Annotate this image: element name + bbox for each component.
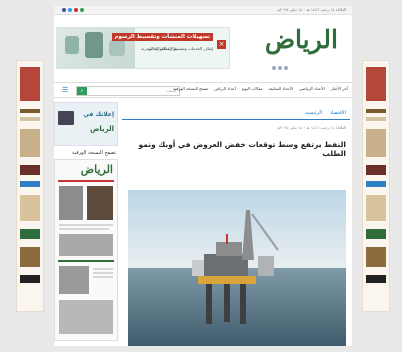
main-nav: ☰ ⌕ البحث آخر الأخبار الأعداد الرياضي ال… [54, 82, 352, 98]
print-edition-cover[interactable]: الرياض [54, 159, 118, 341]
ad-subline: إيقاف الخدمات وتقسيط المقابل المالي [148, 46, 213, 51]
nav-item-archive[interactable]: الأعداد السابقة [269, 86, 293, 91]
oil-platform-image [128, 190, 346, 346]
site-header: وزارة الموارد البشرية تسهيلات المنشآت وت… [54, 15, 352, 69]
facebook-icon[interactable] [62, 8, 66, 12]
page-container: الثلاثاء ١٤ رجب ١٤٤٦ هـ - ١٤ يناير ٢٠٢٥م… [54, 6, 352, 346]
sidebar-ad-line1: إعلانك في [83, 111, 114, 118]
nav-item-articles[interactable]: مقالات اليوم [242, 86, 263, 91]
search-box[interactable]: ⌕ البحث [76, 86, 180, 96]
ad-close-icon[interactable]: × [217, 40, 226, 49]
print-edition-label[interactable]: تصفح النسخة الورقية [54, 150, 118, 156]
social-links [62, 8, 84, 12]
youtube-icon[interactable] [74, 8, 78, 12]
paper-masthead: الرياض [80, 163, 113, 176]
article-hero-image[interactable] [128, 190, 346, 346]
nav-item-issues[interactable]: أعداد الرياض [214, 86, 235, 91]
nav-item-sports[interactable]: الأعداد الرياضي [299, 86, 325, 91]
left-sidebar: إعلانك في الرياض تصفح النسخة الورقية الر… [54, 102, 118, 346]
article-main: الاقتصاد الرئيسية الثلاثاء ١٤ رجب ١٤٤٦ ه… [122, 102, 350, 346]
header-ad-banner[interactable]: وزارة الموارد البشرية تسهيلات المنشآت وت… [56, 27, 230, 69]
top-strip: الثلاثاء ١٤ رجب ١٤٤٦ هـ - ١٤ يناير ٢٠٢٥م [54, 6, 352, 15]
article-meta: الثلاثاء ١٤ رجب ١٤٤٦ هـ - ١٤ يناير ٢٠٢٥م [277, 125, 346, 130]
breadcrumb: الاقتصاد الرئيسية [122, 102, 350, 120]
whatsapp-icon[interactable] [80, 8, 84, 12]
breadcrumb-home[interactable]: الرئيسية [305, 110, 322, 116]
breadcrumb-section[interactable]: الاقتصاد [330, 110, 346, 116]
twitter-icon[interactable] [68, 8, 72, 12]
left-skyscraper-ad[interactable] [16, 60, 44, 312]
search-icon[interactable]: ⌕ [77, 87, 87, 95]
sidebar-ad-line2: الرياض [89, 125, 114, 133]
ad-headline: تسهيلات المنشآت وتقسيط الرسوم [111, 33, 213, 41]
nav-item-latest[interactable]: آخر الأخبار [331, 86, 348, 91]
site-logo[interactable]: الرياض [265, 25, 338, 54]
sidebar-ad[interactable]: إعلانك في الرياض [54, 102, 118, 146]
nav-items: آخر الأخبار الأعداد الرياضي الأعداد السا… [173, 86, 348, 91]
top-date: الثلاثاء ١٤ رجب ١٤٤٦ هـ - ١٤ يناير ٢٠٢٥م [277, 7, 346, 12]
right-skyscraper-ad[interactable] [362, 60, 390, 312]
logo-dots [272, 66, 288, 70]
nav-item-print[interactable]: تصفح النسخة الورقية [173, 86, 208, 91]
monitor-icon [58, 111, 74, 125]
article-title: النفط يرتفع وسط توقعات خفض العروض في أوب… [138, 140, 346, 158]
menu-icon[interactable]: ☰ [62, 86, 68, 94]
